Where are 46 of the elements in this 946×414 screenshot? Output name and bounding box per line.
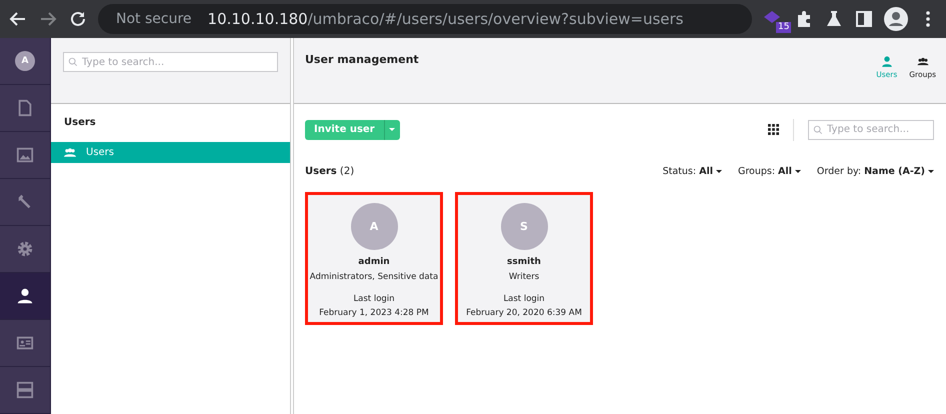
- user-groups: Administrators, Sensitive data: [310, 272, 438, 282]
- search-icon: [68, 57, 78, 67]
- flask-icon[interactable]: [824, 9, 844, 29]
- caret-icon: [389, 128, 396, 131]
- tree-search-field[interactable]: Type to search...: [63, 52, 278, 72]
- address-bar[interactable]: Not secure 10.10.10.180/umbraco/#/users/users/overview?subview=users: [98, 4, 752, 34]
- user-name: ssmith: [507, 257, 541, 267]
- last-login-label: Last login: [353, 294, 395, 304]
- settings-icon: [16, 240, 34, 258]
- search-icon: [813, 124, 823, 134]
- user-avatar: S: [500, 203, 548, 250]
- user-card[interactable]: A admin Administrators, Sensitive data Last login February 1, 2023 4:28 PM: [305, 192, 443, 325]
- filter-dropdown[interactable]: Groups: All: [738, 166, 801, 177]
- security-label: Not secure: [116, 11, 192, 27]
- group-icon: [64, 148, 76, 157]
- image-icon: [16, 146, 34, 164]
- side-panel-icon[interactable]: [854, 9, 874, 29]
- user-icon: [16, 287, 34, 305]
- section-item[interactable]: [0, 273, 50, 320]
- filter-dropdown[interactable]: Status: All: [662, 166, 722, 177]
- last-login-label: Last login: [503, 294, 545, 304]
- url-text: 10.10.10.180/umbraco/#/users/users/overview?subview=users: [208, 10, 684, 28]
- document-icon: [16, 99, 34, 117]
- user-avatar: A: [350, 203, 398, 250]
- user-card[interactable]: S ssmith Writers Last login February 20, 2020 6:39 AM: [455, 192, 593, 325]
- user-name: admin: [358, 257, 390, 267]
- invite-options-button[interactable]: [384, 120, 400, 140]
- caret-icon: [794, 170, 801, 173]
- caret-icon: [716, 170, 722, 173]
- user-icon: [880, 55, 893, 68]
- filter-dropdown[interactable]: Order by: Name (A-Z): [816, 166, 934, 177]
- extension-badge: 15: [776, 22, 792, 33]
- caret-icon: [928, 170, 934, 173]
- form-icon: [16, 381, 34, 399]
- page-title: User management: [305, 53, 419, 68]
- reload-icon[interactable]: [68, 9, 88, 29]
- tree-title: Users: [63, 116, 97, 130]
- user-search-field[interactable]: Type to search...: [808, 120, 934, 140]
- last-login-time: February 20, 2020 6:39 AM: [466, 308, 582, 318]
- profile-icon[interactable]: [884, 7, 908, 31]
- users-count-heading: Users (2): [305, 166, 354, 177]
- user-groups: Writers: [508, 272, 540, 282]
- id-card-icon: [16, 334, 34, 352]
- last-login-time: February 1, 2023 4:28 PM: [319, 308, 429, 318]
- grid-view-icon[interactable]: [768, 124, 779, 135]
- group-icon: [916, 55, 929, 68]
